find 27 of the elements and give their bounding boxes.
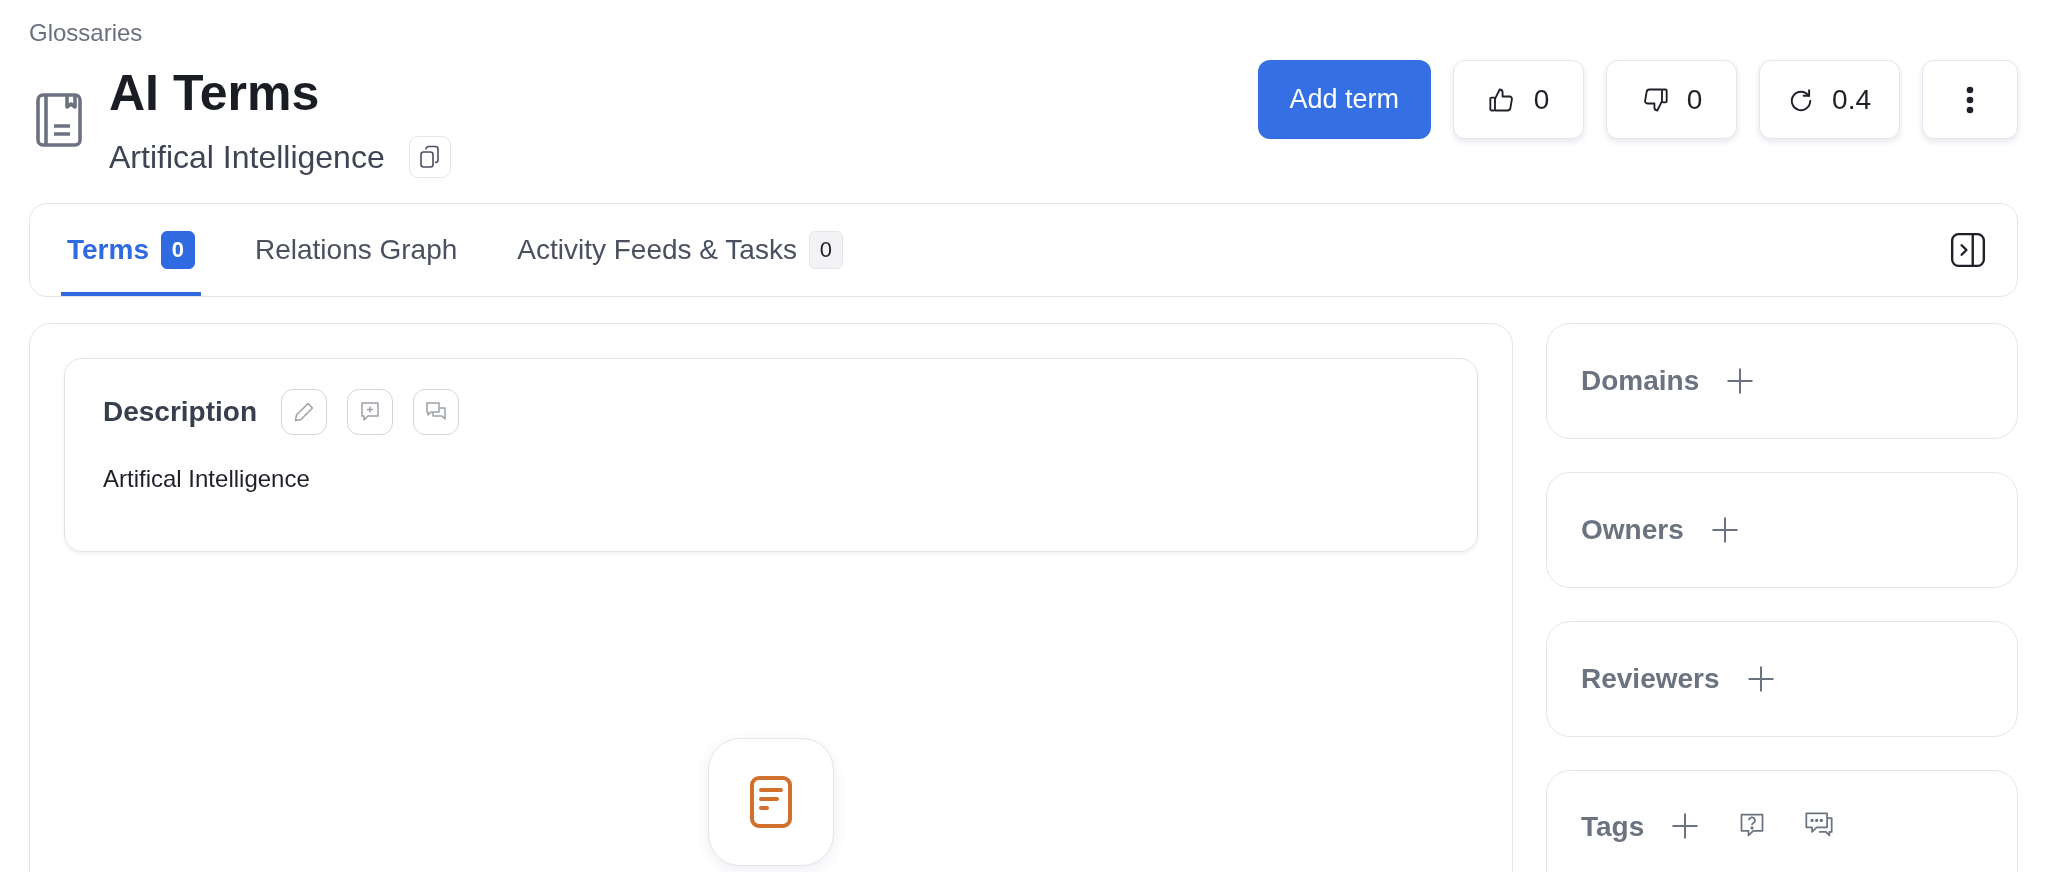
- count-badge: 0: [160, 231, 195, 269]
- chat-bubbles-icon[interactable]: [1804, 811, 1835, 839]
- like-button[interactable]: 0: [1453, 60, 1585, 139]
- count-badge: 0: [808, 231, 843, 269]
- more-icon: [1966, 85, 1974, 114]
- panel-toggle-icon[interactable]: [1949, 231, 1987, 269]
- plus-icon[interactable]: [1725, 366, 1756, 396]
- tab[interactable]: Relations Graph: [248, 204, 464, 296]
- description-heading: Description: [103, 396, 258, 428]
- description-text: Artifical Intelligence: [103, 465, 311, 493]
- tab[interactable]: Activity Feeds & Tasks 0: [511, 204, 849, 296]
- plus-icon[interactable]: [1670, 811, 1701, 841]
- book-icon: [35, 91, 83, 149]
- version-button[interactable]: 0.4: [1759, 60, 1900, 139]
- document-icon: [749, 775, 793, 829]
- page-title: AI Terms: [109, 64, 321, 123]
- tab[interactable]: Terms 0: [61, 204, 201, 296]
- copy-button[interactable]: [408, 136, 451, 178]
- copy-icon: [418, 145, 441, 169]
- dislike-button[interactable]: 0: [1606, 60, 1738, 139]
- card-heading: Domains: [1581, 365, 1700, 397]
- page-subtitle: Artifical Intelligence: [109, 138, 385, 177]
- card-heading: Tags: [1581, 811, 1645, 843]
- card-heading: Owners: [1581, 514, 1684, 546]
- card-heading: Reviewers: [1581, 663, 1720, 695]
- add-term-button[interactable]: Add term: [1257, 60, 1432, 139]
- breadcrumb-link[interactable]: Glossaries: [29, 18, 143, 48]
